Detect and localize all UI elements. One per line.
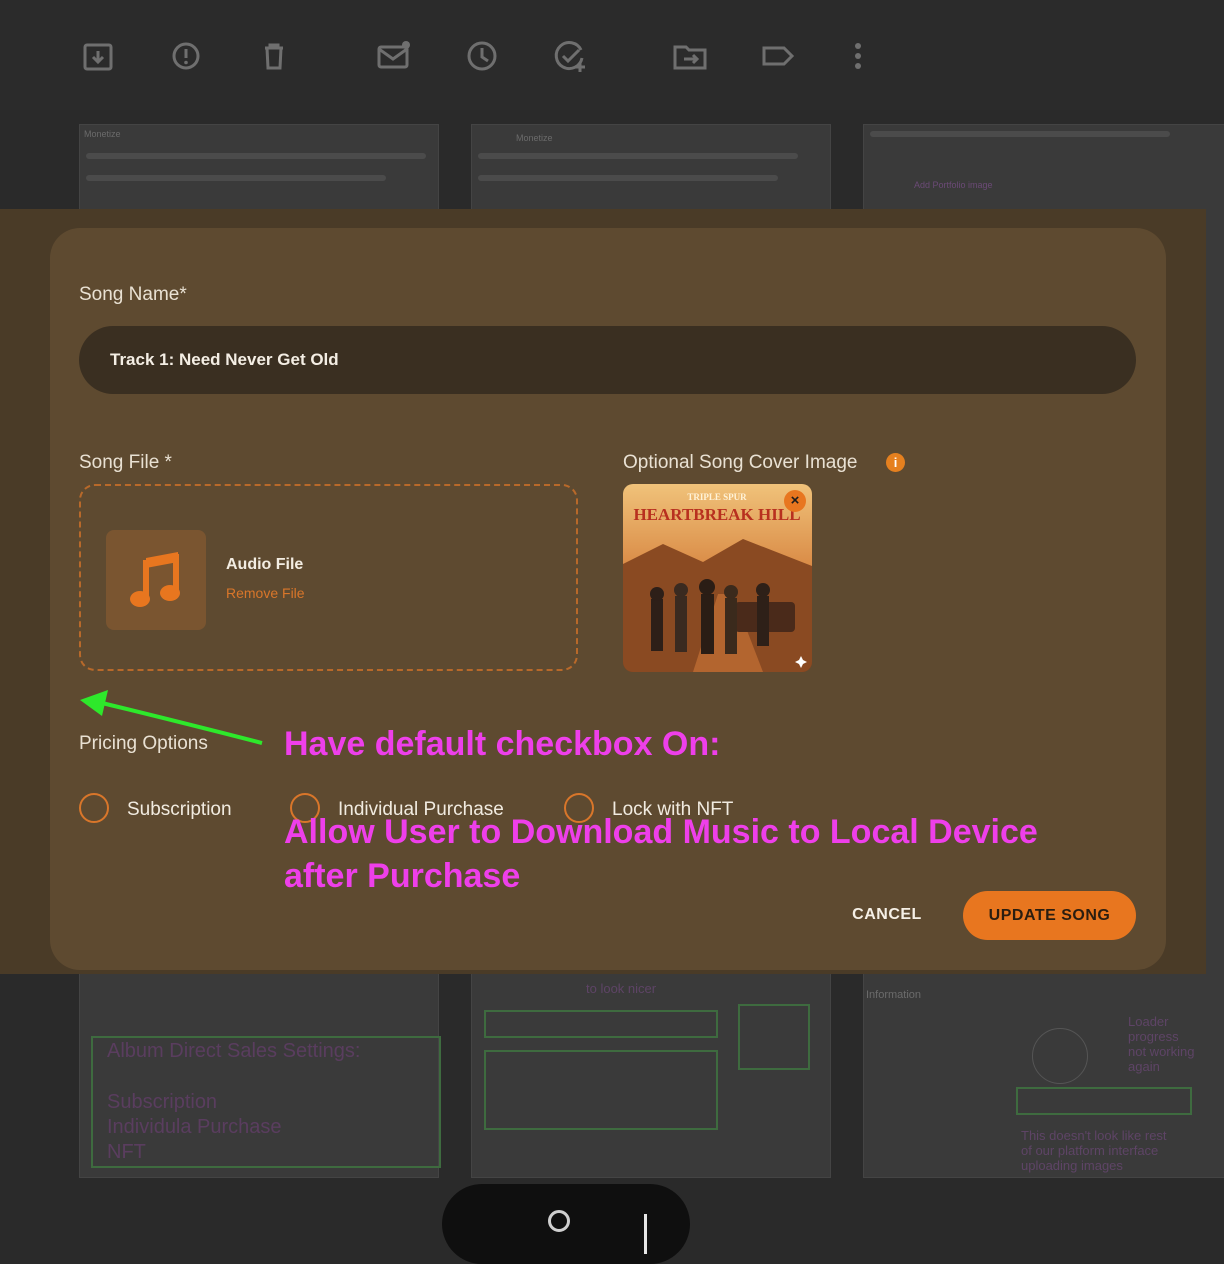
divider <box>644 1214 647 1254</box>
annotation-line-1: Have default checkbox On: <box>284 725 721 763</box>
annotation-arrow <box>80 690 263 745</box>
annotation-line-3: after Purchase <box>284 857 521 895</box>
zoom-icon[interactable] <box>548 1210 570 1232</box>
bottom-zoom-pill[interactable] <box>442 1184 690 1264</box>
annotation-line-2: Allow User to Download Music to Local De… <box>284 813 1038 851</box>
